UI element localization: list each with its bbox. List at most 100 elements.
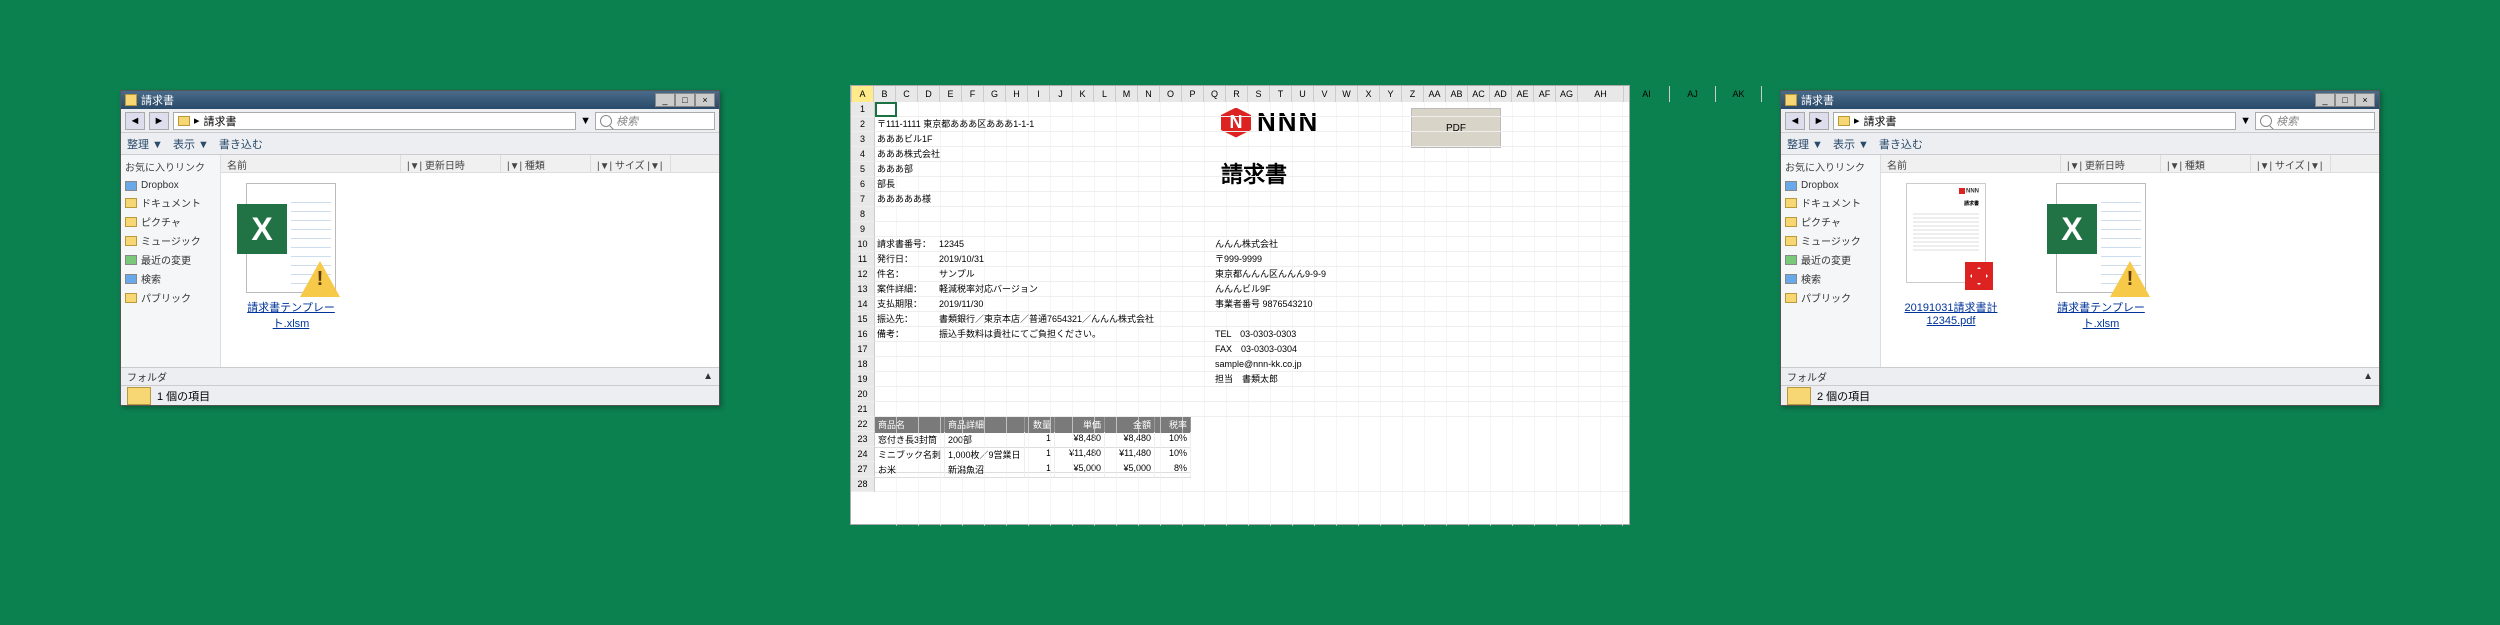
- col-type[interactable]: |▼| 種類: [2161, 155, 2251, 172]
- row-header-6[interactable]: 6: [851, 177, 875, 192]
- sidebar-item-pictures[interactable]: ピクチャ: [125, 212, 216, 231]
- sidebar-item-documents[interactable]: ドキュメント: [125, 193, 216, 212]
- forward-button[interactable]: ►: [149, 112, 169, 130]
- col-header-O[interactable]: O: [1160, 86, 1182, 102]
- row-header-1[interactable]: 1: [851, 102, 875, 117]
- col-header-Z[interactable]: Z: [1402, 86, 1424, 102]
- sidebar-item-dropbox[interactable]: Dropbox: [1785, 178, 1876, 193]
- address-bar[interactable]: ▸ 請求書: [1833, 112, 2236, 130]
- col-header-AA[interactable]: AA: [1424, 86, 1446, 102]
- col-header-F[interactable]: F: [962, 86, 984, 102]
- col-header-E[interactable]: E: [940, 86, 962, 102]
- sidebar-item-public[interactable]: パブリック: [1785, 288, 1876, 307]
- minimize-button[interactable]: _: [2315, 93, 2335, 107]
- close-button[interactable]: ×: [2355, 93, 2375, 107]
- burn-button[interactable]: 書き込む: [219, 136, 263, 152]
- folder-divider[interactable]: フォルダ▲: [121, 367, 719, 385]
- row-header-3[interactable]: 3: [851, 132, 875, 147]
- file-item-pdf[interactable]: NNN 請求書 20191031請求書計12345.pdf: [1891, 183, 2011, 331]
- col-header-AB[interactable]: AB: [1446, 86, 1468, 102]
- search-input[interactable]: 検索: [595, 112, 715, 130]
- col-header-AD[interactable]: AD: [1490, 86, 1512, 102]
- row-header-20[interactable]: 20: [851, 387, 875, 402]
- col-header-L[interactable]: L: [1094, 86, 1116, 102]
- col-header-AC[interactable]: AC: [1468, 86, 1490, 102]
- row-header-13[interactable]: 13: [851, 282, 875, 297]
- col-header-AG[interactable]: AG: [1556, 86, 1578, 102]
- col-size[interactable]: |▼| サイズ |▼|: [591, 155, 671, 172]
- col-header-W[interactable]: W: [1336, 86, 1358, 102]
- col-header-C[interactable]: C: [896, 86, 918, 102]
- search-input[interactable]: 検索: [2255, 112, 2375, 130]
- sidebar-item-recent[interactable]: 最近の変更: [1785, 250, 1876, 269]
- row-header-7[interactable]: 7: [851, 192, 875, 207]
- col-header-AK[interactable]: AK: [1716, 86, 1762, 102]
- sidebar-item-search[interactable]: 検索: [1785, 269, 1876, 288]
- col-header-V[interactable]: V: [1314, 86, 1336, 102]
- col-header-AJ[interactable]: AJ: [1670, 86, 1716, 102]
- col-header-AI[interactable]: AI: [1624, 86, 1670, 102]
- col-header-I[interactable]: I: [1028, 86, 1050, 102]
- row-header-8[interactable]: 8: [851, 207, 875, 222]
- row-header-24[interactable]: 24: [851, 447, 875, 462]
- col-date[interactable]: |▼| 更新日時: [2061, 155, 2161, 172]
- view-menu[interactable]: 表示 ▼: [1833, 136, 1869, 152]
- col-header-H[interactable]: H: [1006, 86, 1028, 102]
- row-header-19[interactable]: 19: [851, 372, 875, 387]
- col-header-M[interactable]: M: [1116, 86, 1138, 102]
- col-header-K[interactable]: K: [1072, 86, 1094, 102]
- organize-menu[interactable]: 整理 ▼: [127, 136, 163, 152]
- col-header-AF[interactable]: AF: [1534, 86, 1556, 102]
- col-size[interactable]: |▼| サイズ |▼|: [2251, 155, 2331, 172]
- col-name[interactable]: 名前: [1881, 155, 2061, 172]
- sidebar-item-music[interactable]: ミュージック: [125, 231, 216, 250]
- sidebar-item-documents[interactable]: ドキュメント: [1785, 193, 1876, 212]
- maximize-button[interactable]: □: [675, 93, 695, 107]
- sidebar-item-music[interactable]: ミュージック: [1785, 231, 1876, 250]
- titlebar[interactable]: 請求書 _ □ ×: [121, 91, 719, 109]
- back-button[interactable]: ◄: [125, 112, 145, 130]
- titlebar[interactable]: 請求書 _ □ ×: [1781, 91, 2379, 109]
- col-header-T[interactable]: T: [1270, 86, 1292, 102]
- row-header-23[interactable]: 23: [851, 432, 875, 447]
- organize-menu[interactable]: 整理 ▼: [1787, 136, 1823, 152]
- address-bar[interactable]: ▸ 請求書: [173, 112, 576, 130]
- sidebar-item-pictures[interactable]: ピクチャ: [1785, 212, 1876, 231]
- row-header-5[interactable]: 5: [851, 162, 875, 177]
- col-header-J[interactable]: J: [1050, 86, 1072, 102]
- row-header-9[interactable]: 9: [851, 222, 875, 237]
- row-header-17[interactable]: 17: [851, 342, 875, 357]
- forward-button[interactable]: ►: [1809, 112, 1829, 130]
- col-header-X[interactable]: X: [1358, 86, 1380, 102]
- row-header-2[interactable]: 2: [851, 117, 875, 132]
- row-header-12[interactable]: 12: [851, 267, 875, 282]
- folder-divider[interactable]: フォルダ▲: [1781, 367, 2379, 385]
- col-header-N[interactable]: N: [1138, 86, 1160, 102]
- file-item-template[interactable]: X ! 請求書テンプレート.xlsm: [231, 183, 351, 331]
- row-header-18[interactable]: 18: [851, 357, 875, 372]
- col-header-P[interactable]: P: [1182, 86, 1204, 102]
- view-menu[interactable]: 表示 ▼: [173, 136, 209, 152]
- col-header-D[interactable]: D: [918, 86, 940, 102]
- col-header-R[interactable]: R: [1226, 86, 1248, 102]
- sidebar-item-dropbox[interactable]: Dropbox: [125, 178, 216, 193]
- sidebar-item-search[interactable]: 検索: [125, 269, 216, 288]
- row-header-10[interactable]: 10: [851, 237, 875, 252]
- col-header-B[interactable]: B: [874, 86, 896, 102]
- active-cell[interactable]: [875, 102, 897, 117]
- maximize-button[interactable]: □: [2335, 93, 2355, 107]
- row-header-4[interactable]: 4: [851, 147, 875, 162]
- col-header-Y[interactable]: Y: [1380, 86, 1402, 102]
- col-date[interactable]: |▼| 更新日時: [401, 155, 501, 172]
- col-type[interactable]: |▼| 種類: [501, 155, 591, 172]
- col-header-Q[interactable]: Q: [1204, 86, 1226, 102]
- burn-button[interactable]: 書き込む: [1879, 136, 1923, 152]
- minimize-button[interactable]: _: [655, 93, 675, 107]
- row-header-22[interactable]: 22: [851, 417, 875, 432]
- col-header-G[interactable]: G: [984, 86, 1006, 102]
- sidebar-item-public[interactable]: パブリック: [125, 288, 216, 307]
- back-button[interactable]: ◄: [1785, 112, 1805, 130]
- close-button[interactable]: ×: [695, 93, 715, 107]
- row-header-21[interactable]: 21: [851, 402, 875, 417]
- row-header-16[interactable]: 16: [851, 327, 875, 342]
